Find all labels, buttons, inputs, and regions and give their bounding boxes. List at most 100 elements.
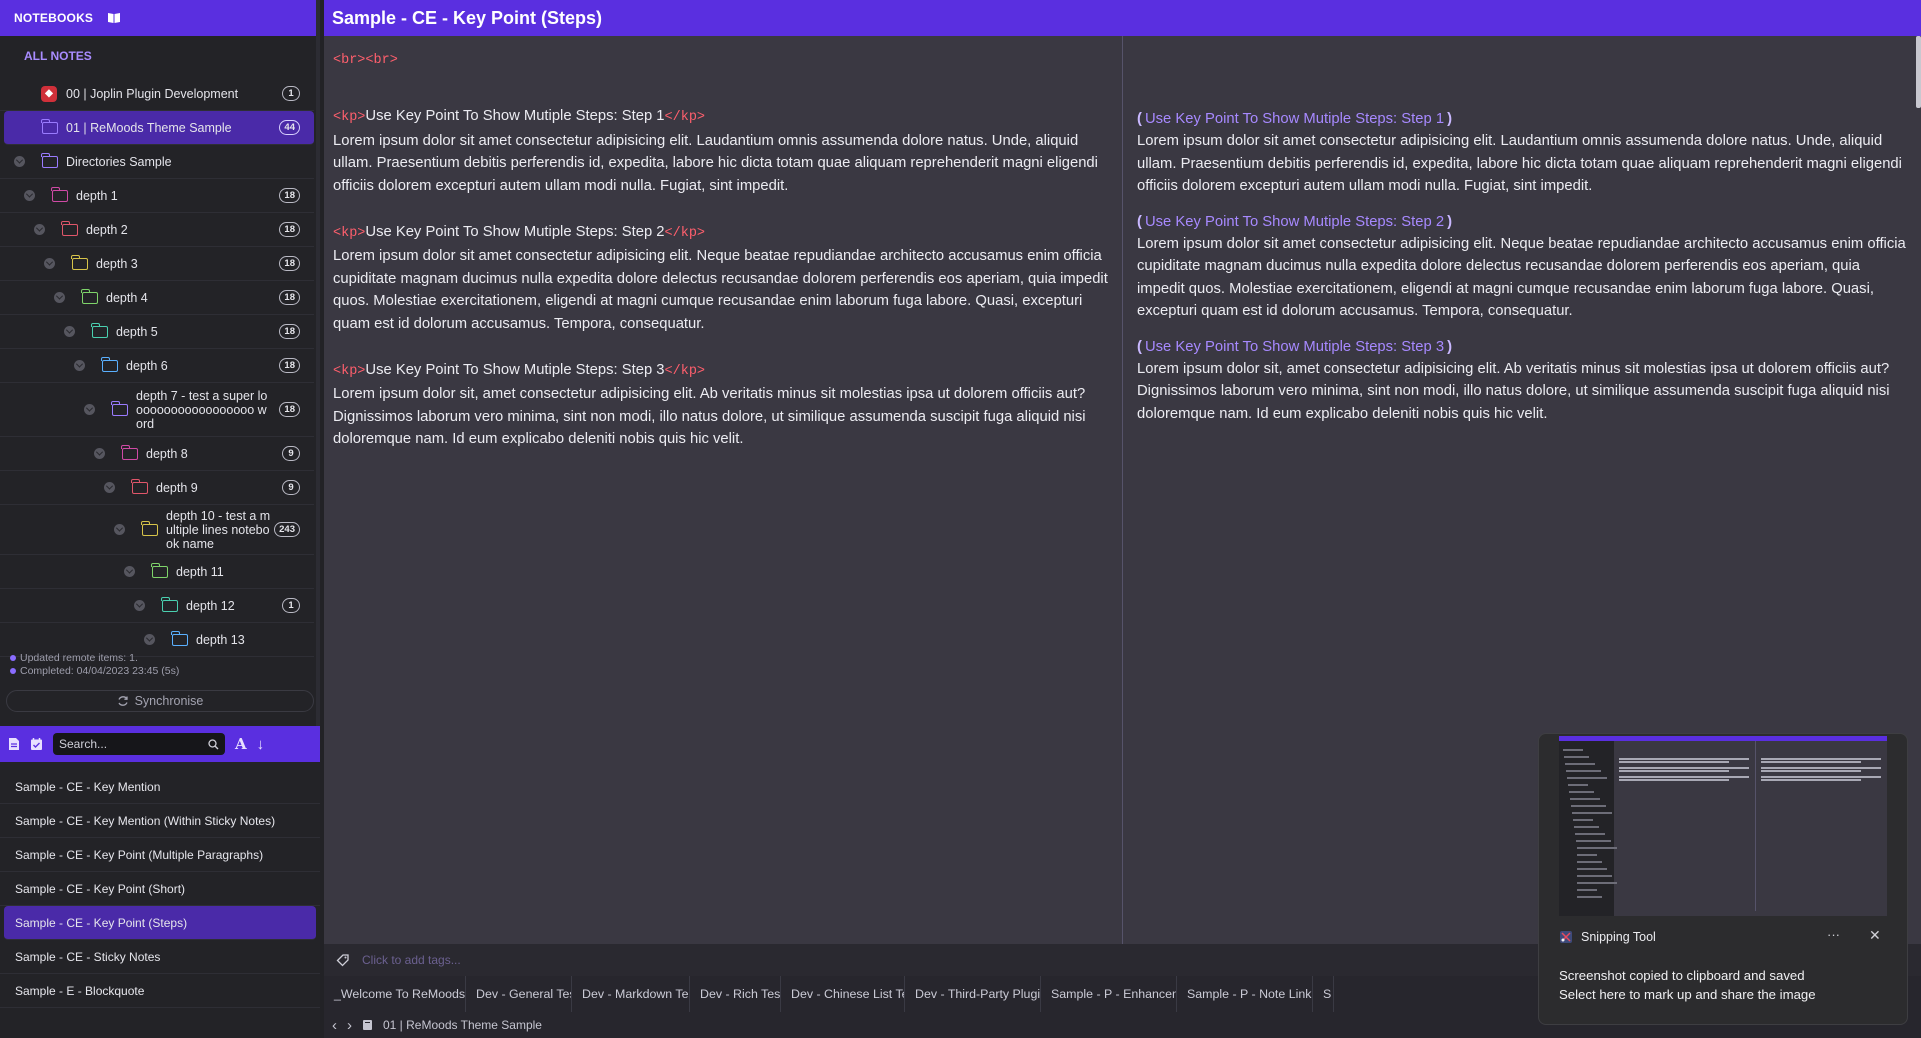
chevron-down-icon[interactable] xyxy=(84,404,95,415)
key-point-body: Lorem ipsum dolor sit amet consectetur a… xyxy=(1137,133,1902,195)
folder-icon xyxy=(131,478,148,494)
notebook-label: depth 1 xyxy=(76,188,118,203)
notebook-label: depth 9 xyxy=(156,480,198,495)
markdown-body-text: Lorem ipsum dolor sit amet consectetur a… xyxy=(333,132,1098,194)
note-list: Sample - CE - Key Mention Sample - CE - K… xyxy=(0,770,320,1008)
viewer-steps: (Use Key Point To Show Mutiple Steps: St… xyxy=(1137,108,1907,425)
close-icon[interactable]: ✕ xyxy=(1869,927,1881,944)
chevron-down-icon[interactable] xyxy=(14,156,25,167)
notebook-item[interactable]: depth 1 18 xyxy=(0,179,314,213)
note-list-item[interactable]: Sample - CE - Sticky Notes xyxy=(0,940,320,974)
note-list-item[interactable]: Sample - CE - Key Mention xyxy=(0,770,320,804)
note-count-badge: 18 xyxy=(279,402,300,417)
breadcrumb-notebook[interactable]: 01 | ReMoods Theme Sample xyxy=(383,1018,542,1032)
chevron-down-icon[interactable] xyxy=(134,600,145,611)
chevron-down-icon[interactable] xyxy=(44,258,55,269)
search-icon[interactable] xyxy=(208,738,219,750)
chevron-down-icon[interactable] xyxy=(54,292,65,303)
folder-icon xyxy=(91,322,108,338)
more-options-icon[interactable]: ··· xyxy=(1827,927,1840,942)
notebook-item[interactable]: depth 8 9 xyxy=(0,437,314,471)
notebook-label: Directories Sample xyxy=(66,154,172,169)
chevron-down-icon[interactable] xyxy=(104,482,115,493)
br-code-line: <br><br> xyxy=(333,53,398,68)
folder-icon xyxy=(171,630,188,646)
note-count-badge: 18 xyxy=(279,256,300,271)
note-tab[interactable]: S xyxy=(1313,976,1334,1012)
editor-scrollbar[interactable] xyxy=(1916,36,1921,108)
note-tab[interactable]: Dev - Chinese List Test xyxy=(781,976,905,1012)
chevron-down-icon[interactable] xyxy=(144,634,155,645)
note-title-bar[interactable]: Sample - CE - Key Point (Steps) xyxy=(324,0,1921,36)
kp-open-tag: <kp> xyxy=(333,226,366,242)
sync-status: Updated remote items: 1. Completed: 04/0… xyxy=(10,652,179,678)
note-title[interactable]: Sample - CE - Key Point (Steps) xyxy=(332,8,602,29)
chevron-down-icon[interactable] xyxy=(24,190,35,201)
markdown-editor[interactable]: <br><br> <kp>Use Key Point To Show Mutip… xyxy=(324,36,1122,944)
snipping-tool-icon xyxy=(1560,931,1572,943)
note-list-item[interactable]: Sample - E - Blockquote xyxy=(0,974,320,1008)
note-tab[interactable]: Dev - Markdown Test xyxy=(572,976,690,1012)
search-input[interactable]: Search... xyxy=(53,733,225,755)
note-list-item[interactable]: Sample - CE - Key Point (Multiple Paragr… xyxy=(0,838,320,872)
kp-close-tag: </kp> xyxy=(664,110,706,126)
note-list-item[interactable]: Sample - CE - Key Point (Short) xyxy=(0,872,320,906)
note-tab[interactable]: _Welcome To ReMoods... xyxy=(324,976,466,1012)
notebook-item[interactable]: depth 2 18 xyxy=(0,213,314,247)
chevron-down-icon[interactable] xyxy=(74,360,85,371)
book-icon[interactable] xyxy=(107,12,121,24)
folder-icon xyxy=(121,444,138,460)
chevron-down-icon[interactable] xyxy=(94,448,105,459)
note-list-item[interactable]: Sample - CE - Key Point (Steps) xyxy=(4,906,316,940)
snipping-tool-notification[interactable]: Snipping Tool ··· ✕ Screenshot copied to… xyxy=(1538,733,1908,1025)
notebook-item[interactable]: depth 3 18 xyxy=(0,247,314,281)
note-count-badge: 1 xyxy=(282,86,300,101)
note-tab[interactable]: Sample - P - Note Link ... xyxy=(1177,976,1313,1012)
synchronise-button[interactable]: Synchronise xyxy=(6,690,314,712)
new-todo-icon[interactable] xyxy=(30,737,43,751)
back-icon[interactable]: ‹ xyxy=(332,1017,337,1034)
notebook-item[interactable]: ◆ 00 | Joplin Plugin Development 1 xyxy=(0,77,314,111)
notebook-item[interactable]: depth 11 xyxy=(0,555,314,589)
tag-placeholder: Click to add tags... xyxy=(362,953,461,967)
notebook-item[interactable]: depth 6 18 xyxy=(0,349,314,383)
notebook-item[interactable]: 01 | ReMoods Theme Sample 44 xyxy=(4,111,314,145)
kp-right-bracket-icon: ) xyxy=(1447,213,1452,230)
folder-icon xyxy=(51,186,68,202)
new-note-icon[interactable] xyxy=(8,737,20,751)
notebook-item[interactable]: depth 5 18 xyxy=(0,315,314,349)
note-tab[interactable]: Sample - P - Enhancem... xyxy=(1041,976,1177,1012)
note-tab[interactable]: Dev - General Test xyxy=(466,976,572,1012)
notebook-item[interactable]: depth 9 9 xyxy=(0,471,314,505)
notebook-label: 01 | ReMoods Theme Sample xyxy=(66,120,232,135)
folder-icon xyxy=(161,596,178,612)
notebook-item[interactable]: depth 10 - test a multiple lines noteboo… xyxy=(0,505,314,555)
tag-icon[interactable] xyxy=(336,953,350,967)
notebook-item[interactable]: depth 12 1 xyxy=(0,589,314,623)
note-count-badge: 18 xyxy=(279,188,300,203)
all-notes-item[interactable]: ALL NOTES xyxy=(0,36,316,76)
note-tab[interactable]: Dev - Rich Test xyxy=(690,976,781,1012)
screenshot-thumbnail[interactable] xyxy=(1559,736,1887,916)
sort-alpha-icon[interactable]: A xyxy=(235,735,247,753)
sort-direction-icon[interactable]: ↓ xyxy=(257,736,265,753)
note-list-item[interactable]: Sample - CE - Key Mention (Within Sticky… xyxy=(0,804,320,838)
chevron-down-icon[interactable] xyxy=(124,566,135,577)
chevron-down-icon[interactable] xyxy=(64,326,75,337)
markdown-key-point: <kp>Use Key Point To Show Mutiple Steps:… xyxy=(333,221,1113,335)
kp-left-bracket-icon: ( xyxy=(1137,338,1142,355)
folder-icon xyxy=(111,400,128,416)
chevron-down-icon[interactable] xyxy=(114,524,125,535)
toast-app-name: Snipping Tool xyxy=(1581,930,1656,944)
notebook-item[interactable]: depth 7 - test a super loooooooooooooooo… xyxy=(0,383,314,437)
markdown-body-text: Lorem ipsum dolor sit amet consectetur a… xyxy=(333,248,1108,332)
chevron-down-icon[interactable] xyxy=(34,224,45,235)
kp-open-tag: <kp> xyxy=(333,110,366,126)
search-placeholder: Search... xyxy=(59,737,108,751)
forward-icon[interactable]: › xyxy=(347,1017,352,1034)
notebook-item[interactable]: depth 4 18 xyxy=(0,281,314,315)
note-count-badge: 18 xyxy=(279,290,300,305)
notebook-item[interactable]: Directories Sample xyxy=(0,145,314,179)
note-list-panel: Search... A ↓ Sample - CE - Key Mention S… xyxy=(0,726,320,1038)
note-tab[interactable]: Dev - Third-Party Plugin... xyxy=(905,976,1041,1012)
